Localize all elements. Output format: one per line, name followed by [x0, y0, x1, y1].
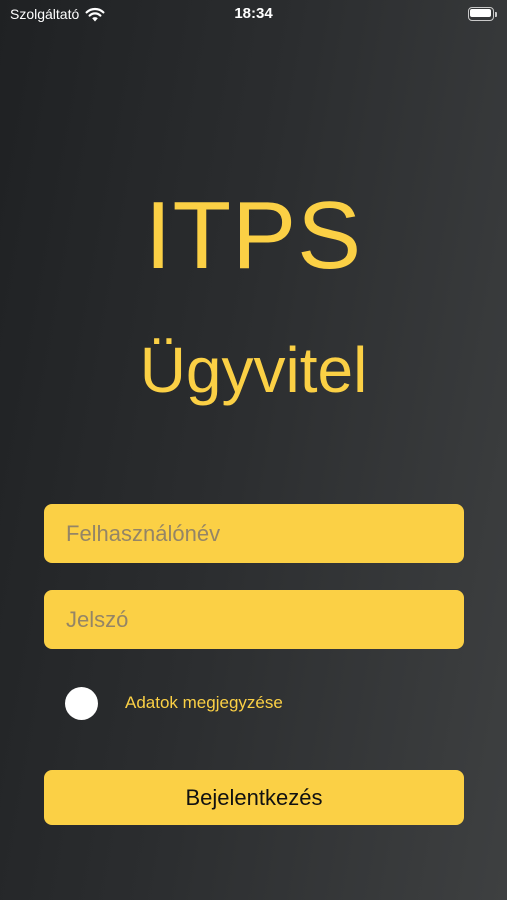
- app-subtitle: Ügyvitel: [139, 334, 368, 406]
- remember-me-radio[interactable]: [65, 686, 98, 720]
- username-field[interactable]: [44, 504, 464, 563]
- remember-me-label: Adatok megjegyzése: [125, 693, 283, 712]
- password-field[interactable]: [44, 590, 464, 649]
- battery-fill: [470, 9, 491, 17]
- app-title: ITPS: [144, 182, 363, 289]
- status-bar: Szolgáltató 18:34: [0, 0, 507, 30]
- login-button[interactable]: Bejelentkezés: [44, 770, 464, 825]
- status-time: 18:34: [234, 5, 273, 22]
- battery-icon: [468, 7, 497, 21]
- battery-tip: [494, 11, 497, 17]
- remember-me-row[interactable]: Adatok megjegyzése: [65, 686, 283, 720]
